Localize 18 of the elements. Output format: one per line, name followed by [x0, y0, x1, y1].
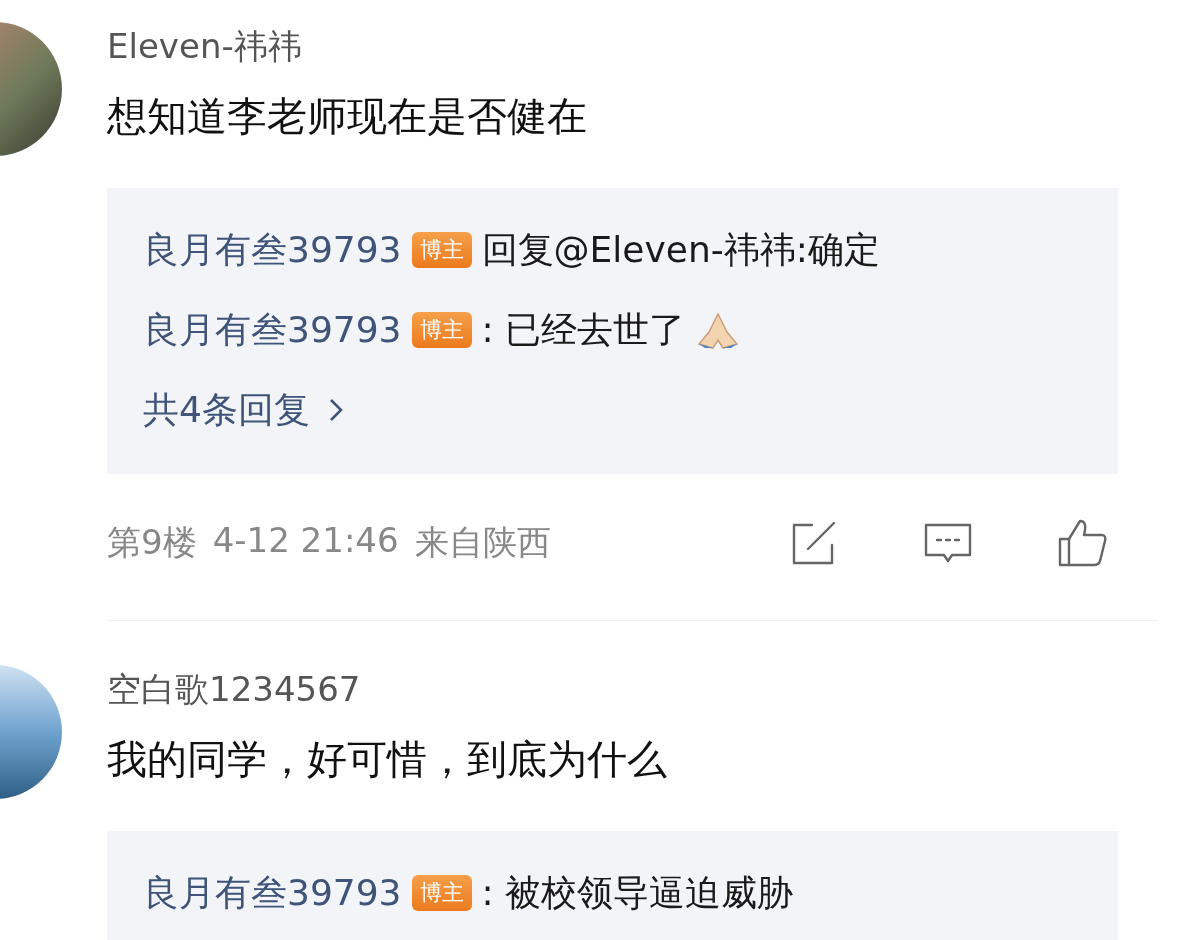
- reply-text: : 已经去世了: [481, 308, 686, 352]
- comment-time: 4-12 21:46: [212, 520, 399, 562]
- floor-number: 第9楼: [107, 521, 197, 564]
- reply-text: 回复@Eleven-祎祎:确定: [481, 228, 880, 272]
- comment-text: 我的同学，好可惜，到底为什么: [107, 735, 668, 784]
- reply-text: : 被校领导逼迫威胁: [481, 871, 794, 915]
- like-icon[interactable]: [1056, 517, 1108, 569]
- reply-author[interactable]: 良月有叁39793: [143, 304, 402, 356]
- comment-text: 想知道李老师现在是否健在: [107, 92, 588, 141]
- reply-author[interactable]: 良月有叁39793: [143, 224, 402, 276]
- author-badge: 博主: [411, 232, 472, 268]
- comment-location: 来自陕西: [414, 521, 551, 564]
- comment-author[interactable]: 空白歌1234567: [107, 665, 1118, 713]
- comment-author[interactable]: Eleven-祎祎: [107, 22, 1118, 70]
- reply-author[interactable]: 良月有叁39793: [143, 867, 402, 919]
- more-replies-link[interactable]: 共4条回复: [143, 384, 344, 436]
- author-badge: 博主: [411, 312, 472, 348]
- author-badge: 博主: [411, 875, 472, 911]
